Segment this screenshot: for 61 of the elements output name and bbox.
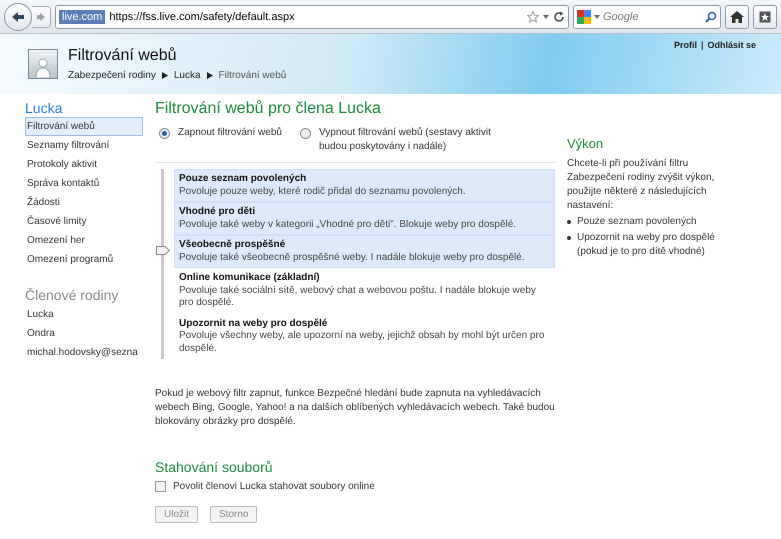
members-heading: Členové rodiny <box>25 287 120 303</box>
filter-level-option[interactable]: Vhodné pro děti Povoluje také weby v kategorii „Vhodné pro děti". Blokuje weby pro dospělé. <box>174 202 555 235</box>
breadcrumb-arrow-icon <box>206 72 213 79</box>
radio-button[interactable] <box>300 128 311 139</box>
bookmark-button[interactable] <box>753 4 777 28</box>
site-badge: live.com <box>59 10 106 24</box>
breadcrumb-link[interactable]: Zabezpečení rodiny <box>68 70 156 81</box>
reload-icon[interactable] <box>553 10 565 22</box>
member-link[interactable]: michal.hodovsky@sezna <box>25 343 143 362</box>
forward-arrow-icon <box>36 12 46 22</box>
sidebar-item[interactable]: Časové limity <box>25 212 143 231</box>
filter-level-option[interactable]: Online komunikace (základní) Povoluje také sociální sítě, webový chat a webovou poštu. I nadále blokuje weby pro dospělé. <box>174 268 555 314</box>
star-icon[interactable] <box>527 10 539 22</box>
url-text: https://fss.live.com/safety/default.aspx <box>109 10 296 22</box>
bullet-icon <box>567 220 571 224</box>
performance-heading: Výkon <box>567 136 604 151</box>
radio-label[interactable]: Zapnout filtrování webů <box>178 126 282 140</box>
breadcrumb-arrow-icon <box>162 72 168 79</box>
bullet-text: Pouze seznam povolených <box>577 215 697 229</box>
back-arrow-icon <box>11 10 25 22</box>
sidebar-item[interactable]: Omezení programů <box>25 250 143 269</box>
address-bar[interactable]: live.com https://fss.live.com/safety/default.aspx <box>55 4 569 28</box>
star-icon <box>759 10 771 22</box>
filter-level-option[interactable]: Upozornit na weby pro dospělé Povoluje všechny weby, ale upozorní na weby, jejichž obsah by mohl být určen pro dospělé. <box>174 314 555 359</box>
checkbox-label[interactable]: Povolit členovi Lucka stahovat soubory online <box>173 481 375 492</box>
link-separator: | <box>700 40 704 50</box>
radio-label[interactable]: Vypnout filtrování webů (sestavy aktivit budou poskytovány i nadále) <box>318 126 510 154</box>
radio-button[interactable] <box>159 128 170 139</box>
dropdown-icon[interactable] <box>594 14 600 18</box>
sidebar-heading: Lucka <box>25 100 64 116</box>
filter-level-option[interactable]: Všeobecně prospěšné Povoluje také všeobecně prospěšné weby. I nadále blokuje weby pro dospělé. <box>174 235 555 268</box>
sidebar-item[interactable]: Filtrování webů <box>25 117 143 136</box>
google-icon <box>577 10 591 24</box>
header-link[interactable]: Profil <box>674 40 697 50</box>
safe-search-note: Pokud je webový filtr zapnut, funkce Bezpečné hledání bude zapnuta na vyhledávacích webech Bing, Google, Yahoo! a na dalších oblíbených vyhledávacích webech. Také budou blokovány obrázky pro dospělé. <box>155 387 555 429</box>
sidebar-item[interactable]: Seznamy filtrování <box>25 136 143 155</box>
home-icon <box>730 10 744 22</box>
section-title: Filtrování webů pro člena Lucka <box>155 100 382 118</box>
slider-thumb[interactable] <box>156 246 170 256</box>
search-bar[interactable]: Google <box>573 4 721 28</box>
performance-text: Chcete-li při používání filtru Zabezpečení rodiny zvýšit výkon, použijte některé z následujících nastavení: <box>567 157 716 213</box>
breadcrumb-link[interactable]: Lucka <box>174 70 201 81</box>
header-link[interactable]: Odhlásit se <box>707 40 756 50</box>
sidebar-item[interactable]: Protokoly aktivit <box>25 155 143 174</box>
page-title: Filtrování webů <box>68 47 178 65</box>
home-button[interactable] <box>725 4 749 28</box>
bullet-text: Upozornit na weby pro dospělé (pokud je to pro dítě vhodné) <box>577 231 716 259</box>
back-button[interactable] <box>4 2 32 30</box>
downloads-heading: Stahování souborů <box>155 459 274 475</box>
search-icon[interactable] <box>705 10 717 22</box>
member-link[interactable]: Ondra <box>25 324 143 343</box>
sidebar-item[interactable]: Žádosti <box>25 193 143 212</box>
filter-level-option[interactable]: Pouze seznam povolených Povoluje pouze weby, které rodič přidal do seznamu povolených. <box>174 169 555 202</box>
bullet-icon <box>567 236 571 240</box>
user-avatar-icon <box>28 49 58 79</box>
download-checkbox[interactable] <box>155 481 166 492</box>
dropdown-icon[interactable] <box>543 14 549 18</box>
member-link[interactable]: Lucka <box>25 305 143 324</box>
sidebar-item[interactable]: Omezení her <box>25 231 143 250</box>
search-field[interactable]: Google <box>603 10 702 22</box>
sidebar-item[interactable]: Správa kontaktů <box>25 174 143 193</box>
